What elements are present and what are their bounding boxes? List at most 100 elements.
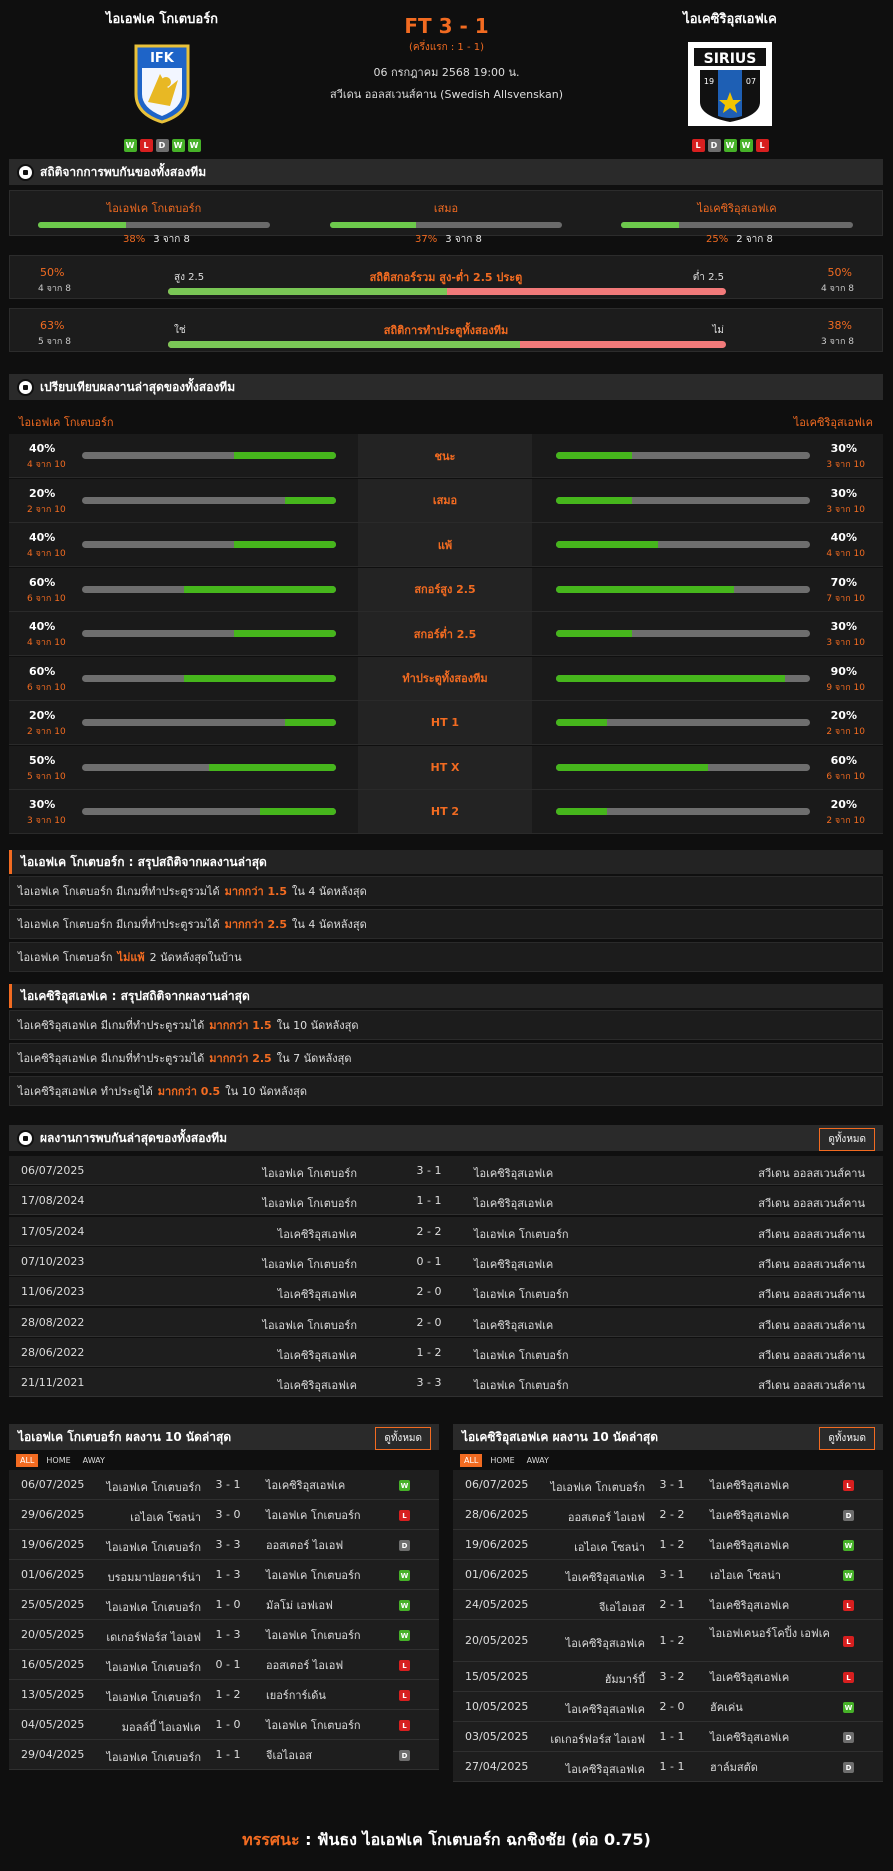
ou-right-label: ต่ำ 2.5: [692, 272, 724, 283]
history-away: ไอเคซิริอุสเอฟเค: [474, 1197, 554, 1211]
history-title: ผลงานการพบกันล่าสุดของทั้งสองทีม: [40, 1130, 228, 1145]
compare-away-sub: 3 จาก 10: [826, 460, 865, 470]
last10-row[interactable]: 20/05/2025 ไอเคซิริอุสเอฟเค 1 - 2 ไอเอฟเคนอ…: [453, 1620, 883, 1662]
result-badge: L: [399, 1510, 410, 1521]
last10-row[interactable]: 06/07/2025 ไอเอฟเค โกเตบอร์ก 3 - 1 ไอเคซิริ…: [9, 1470, 439, 1500]
btts-bar: [168, 341, 726, 348]
history-league: สวีเดน ออลสเวนส์คาน: [758, 1348, 865, 1362]
history-row[interactable]: 28/08/2022 ไอเอฟเค โกเตบอร์ก 2 - 0 ไอเคซิริ…: [9, 1307, 883, 1337]
last10-date: 25/05/2025: [21, 1598, 85, 1611]
prediction-label: ทรรศนะ: [242, 1830, 300, 1849]
history-row[interactable]: 07/10/2023 ไอเอฟเค โกเตบอร์ก 0 - 1 ไอเคซิริ…: [9, 1246, 883, 1276]
last10-score: 3 - 1: [659, 1478, 685, 1491]
history-row[interactable]: 21/11/2021 ไอเคซิริอุสเอฟเค 3 - 3 ไอเอฟเค โ…: [9, 1368, 883, 1398]
last10-score: 2 - 0: [659, 1700, 685, 1713]
away-team[interactable]: ไอเคซิริอุสเอฟเค SIRIUS 19 07 LDWWL: [620, 8, 840, 152]
last10-home-see-all-button[interactable]: ดูทั้งหมด: [375, 1427, 431, 1450]
last10-date: 28/06/2025: [465, 1508, 529, 1521]
compare-away-pct: 30%: [830, 620, 857, 633]
tab-all[interactable]: ALL: [460, 1453, 483, 1467]
history-home: ไอเอฟเค โกเตบอร์ก: [262, 1197, 357, 1211]
history-league: สวีเดน ออลสเวนส์คาน: [758, 1197, 865, 1211]
compare-home-bar: [82, 496, 336, 504]
last10-row[interactable]: 19/06/2025 ไอเอฟเค โกเตบอร์ก 3 - 3 ออสเตอร์…: [9, 1530, 439, 1560]
last10-row[interactable]: 03/05/2025 เดเกอร์ฟอร์ส ไอเอฟ 1 - 1 ไอเคซิร…: [453, 1722, 883, 1752]
tab-away[interactable]: AWAY: [523, 1454, 553, 1467]
last10-row[interactable]: 28/06/2025 ออสเตอร์ ไอเอฟ 2 - 2 ไอเคซิริอุส…: [453, 1500, 883, 1530]
last10-home: เอไอเค โซลน่า: [130, 1511, 201, 1524]
last10-row[interactable]: 29/06/2025 เอไอเค โซลน่า 3 - 0 ไอเอฟเค โกเต…: [9, 1500, 439, 1530]
history-away: ไอเอฟเค โกเตบอร์ก: [474, 1288, 569, 1302]
last10-row[interactable]: 04/05/2025 มอลล์บี้ ไอเอฟเค 1 - 0 ไอเอฟเค โ…: [9, 1710, 439, 1740]
history-away: ไอเคซิริอุสเอฟเค: [474, 1257, 554, 1271]
compare-home-bar: [82, 808, 336, 815]
last10-row[interactable]: 15/05/2025 ฮัมมาร์บี้ 3 - 2 ไอเคซิริอุสเอฟเ…: [453, 1662, 883, 1692]
last10-date: 10/05/2025: [465, 1700, 529, 1713]
last10-row[interactable]: 01/06/2025 บรอมมาปอยคาร์น่า 1 - 3 ไอเอฟเค โ…: [9, 1560, 439, 1590]
last10-away-title: ไอเคซิริอุสเอฟเค ผลงาน 10 นัดล่าสุด: [462, 1429, 659, 1444]
h2h-away-sub: 2 จาก 8: [736, 234, 773, 245]
tab-home[interactable]: HOME: [486, 1454, 518, 1467]
compare-away-sub: 7 จาก 10: [826, 593, 865, 604]
summary-highlight: มากกว่า 0.5: [157, 1085, 221, 1098]
result-badge: D: [399, 1540, 410, 1551]
last10-row[interactable]: 25/05/2025 ไอเอฟเค โกเตบอร์ก 1 - 0 มัลโม่ เ…: [9, 1590, 439, 1620]
last10-home: ไอเอฟเค โกเตบอร์ก: [106, 1481, 201, 1494]
last10-date: 19/06/2025: [465, 1538, 529, 1551]
ou-right-sub: 4 จาก 8: [821, 284, 854, 294]
last10-row[interactable]: 27/04/2025 ไอเคซิริอุสเอฟเค 1 - 1 ฮาล์มสตัด…: [453, 1752, 883, 1782]
last10-date: 04/05/2025: [21, 1718, 85, 1731]
history-away: ไอเอฟเค โกเตบอร์ก: [474, 1227, 569, 1241]
last10-row[interactable]: 10/05/2025 ไอเคซิริอุสเอฟเค 2 - 0 ฮัคเค่น W: [453, 1692, 883, 1722]
result-badge: W: [843, 1540, 854, 1551]
last10-home: เดเกอร์ฟอร์ส ไอเอฟ: [106, 1631, 201, 1644]
history-row[interactable]: 06/07/2025 ไอเอฟเค โกเตบอร์ก 3 - 1 ไอเคซิริ…: [9, 1156, 883, 1185]
compare-row: 20% 2 จาก 10 เสมอ 30% 3 จาก 10: [9, 478, 883, 523]
history-row[interactable]: 17/08/2024 ไอเอฟเค โกเตบอร์ก 1 - 1 ไอเคซิริ…: [9, 1186, 883, 1216]
result-badge: W: [399, 1630, 410, 1641]
history-row[interactable]: 28/06/2022 ไอเคซิริอุสเอฟเค 1 - 2 ไอเอฟเค โ…: [9, 1337, 883, 1367]
last10-row[interactable]: 06/07/2025 ไอเอฟเค โกเตบอร์ก 3 - 1 ไอเคซิริ…: [453, 1470, 883, 1500]
history-home: ไอเอฟเค โกเตบอร์ก: [262, 1318, 357, 1332]
last10-away: ไอเคซิริอุสเอฟเค: [710, 1479, 790, 1492]
history-row[interactable]: 11/06/2023 ไอเคซิริอุสเอฟเค 2 - 0 ไอเอฟเค โ…: [9, 1277, 883, 1307]
h2h-away-label: ไอเคซิริอุสเอฟเค: [697, 202, 777, 215]
form-badge: W: [739, 139, 753, 152]
history-score: 2 - 0: [416, 1285, 442, 1299]
last10-score: 3 - 0: [215, 1508, 241, 1521]
last10-row[interactable]: 13/05/2025 ไอเอฟเค โกเตบอร์ก 1 - 2 เยอร์การ…: [9, 1680, 439, 1710]
history-league: สวีเดน ออลสเวนส์คาน: [758, 1167, 865, 1180]
last10-home: ไอเอฟเค โกเตบอร์ก ผลงาน 10 นัดล่าสุด ดูท…: [9, 1424, 439, 1770]
compare-home-pct: 60%: [29, 664, 56, 678]
last10-row[interactable]: 19/06/2025 เอไอเค โซลน่า 1 - 2 ไอเคซิริอุสเ…: [453, 1530, 883, 1560]
last10-date: 15/05/2025: [465, 1670, 529, 1683]
history-date: 06/07/2025: [21, 1164, 85, 1177]
last10-home: มอลล์บี้ ไอเอฟเค: [121, 1721, 201, 1734]
tab-all[interactable]: ALL: [16, 1453, 39, 1467]
compare-row: 60% 6 จาก 10 ทำประตูทั้งสองทีม 90% 9 จาก 10: [9, 656, 883, 701]
last10-away: ไอเคซิริอุสเอฟเค: [710, 1731, 790, 1744]
last10-row[interactable]: 29/04/2025 ไอเอฟเค โกเตบอร์ก 1 - 1 จีเอไอเอ…: [9, 1740, 439, 1770]
last10-home: ไอเคซิริอุสเอฟเค: [565, 1703, 645, 1716]
last10-row[interactable]: 01/06/2025 ไอเคซิริอุสเอฟเค 3 - 1 เอไอเค โซ…: [453, 1560, 883, 1590]
compare-row: 40% 4 จาก 10 สกอร์ต่ำ 2.5 30% 3 จาก 10: [9, 612, 883, 656]
last10-row[interactable]: 20/05/2025 เดเกอร์ฟอร์ส ไอเอฟ 1 - 3 ไอเอฟเค…: [9, 1620, 439, 1650]
form-badge: W: [123, 139, 137, 152]
h2h-away-col: ไอเคซิริอุสเอฟเค 25% 2 จาก 8: [621, 199, 853, 247]
history-row[interactable]: 17/05/2024 ไอเคซิริอุสเอฟเค 2 - 2 ไอเอฟเค โ…: [9, 1216, 883, 1246]
tab-away[interactable]: AWAY: [79, 1454, 109, 1467]
last10-away: ไอเอฟเค โกเตบอร์ก: [266, 1569, 361, 1582]
h2h-home-sub: 3 จาก 8: [153, 234, 190, 245]
compare-home-bar: [82, 763, 336, 771]
history-see-all-button[interactable]: ดูทั้งหมด: [819, 1128, 875, 1151]
result-badge: D: [399, 1750, 410, 1761]
compare-row: 40% 4 จาก 10 ชนะ 30% 3 จาก 10: [9, 434, 883, 478]
compare-label: สกอร์ต่ำ 2.5: [358, 612, 532, 655]
last10-row[interactable]: 24/05/2025 จีเอไอเอส 2 - 1 ไอเคซิริอุสเอฟเค…: [453, 1590, 883, 1620]
last10-row[interactable]: 16/05/2025 ไอเอฟเค โกเตบอร์ก 0 - 1 ออสเตอร์…: [9, 1650, 439, 1680]
history-date: 17/08/2024: [21, 1194, 85, 1208]
last10-away-see-all-button[interactable]: ดูทั้งหมด: [819, 1427, 875, 1450]
result-badge: L: [399, 1690, 410, 1701]
btts-title: สถิติการทำประตูทั้งสองทีม: [383, 324, 509, 337]
tab-home[interactable]: HOME: [42, 1454, 74, 1467]
